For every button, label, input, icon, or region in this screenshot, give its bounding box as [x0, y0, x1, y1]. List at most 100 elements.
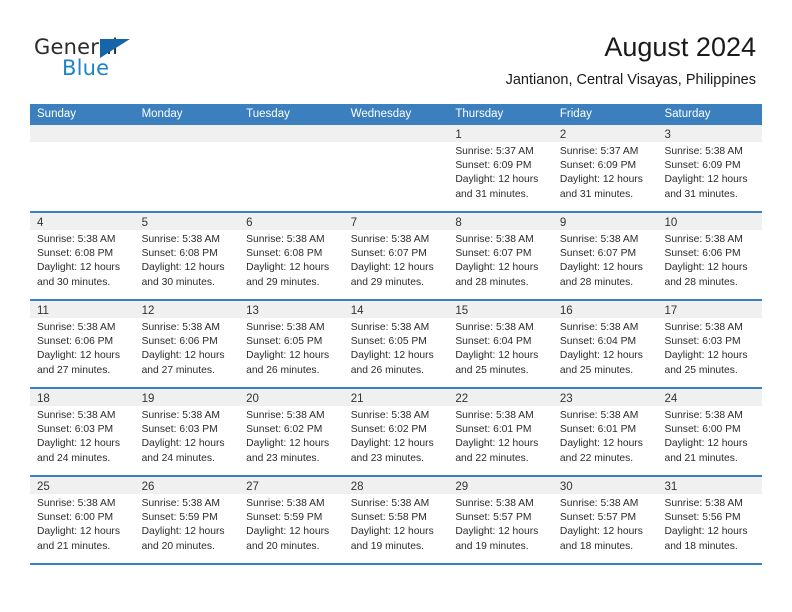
sunrise-text: Sunrise: 5:38 AM — [141, 322, 220, 333]
day-number: 21 — [350, 393, 364, 405]
day-cell[interactable] — [343, 125, 449, 211]
day-cell[interactable] — [30, 125, 135, 211]
day-number: 26 — [141, 481, 155, 493]
day-number-band — [343, 125, 449, 142]
day-number-band: 20 — [239, 389, 344, 406]
generalblue-logo[interactable]: General Blue — [34, 36, 214, 82]
day-cell[interactable]: 14 Sunrise: 5:38 AM Sunset: 6:05 PM Dayl… — [343, 301, 449, 387]
daylight-text-line2: and 29 minutes. — [246, 276, 320, 288]
day-number: 30 — [559, 481, 573, 493]
daylight-text-line2: and 27 minutes. — [141, 364, 215, 376]
daylight-text-line1: Daylight: 12 hours — [455, 350, 539, 362]
daylight-text-line2: and 25 minutes. — [559, 364, 634, 376]
day-cell[interactable]: 3 Sunrise: 5:38 AM Sunset: 6:09 PM Dayli… — [657, 125, 763, 211]
day-number: 14 — [350, 305, 364, 317]
day-cell[interactable]: 28 Sunrise: 5:38 AM Sunset: 5:58 PM Dayl… — [343, 477, 449, 563]
day-cell[interactable]: 2 Sunrise: 5:37 AM Sunset: 6:09 PM Dayli… — [552, 125, 658, 211]
day-number: 31 — [664, 481, 678, 493]
day-cell[interactable]: 7 Sunrise: 5:38 AM Sunset: 6:07 PM Dayli… — [343, 213, 449, 299]
day-cell[interactable]: 20 Sunrise: 5:38 AM Sunset: 6:02 PM Dayl… — [239, 389, 344, 475]
day-number: 19 — [141, 393, 155, 405]
day-number-band: 22 — [448, 389, 553, 406]
day-cell[interactable]: 24 Sunrise: 5:38 AM Sunset: 6:00 PM Dayl… — [657, 389, 763, 475]
day-number-band: 9 — [552, 213, 658, 230]
day-details: Sunrise: 5:38 AM Sunset: 6:02 PM Dayligh… — [344, 406, 449, 466]
day-cell[interactable]: 23 Sunrise: 5:38 AM Sunset: 6:01 PM Dayl… — [552, 389, 658, 475]
sunset-text: Sunset: 6:08 PM — [141, 248, 218, 260]
weekday-thursday: Thursday — [455, 108, 504, 120]
day-number: 15 — [455, 305, 469, 317]
day-details: Sunrise: 5:38 AM Sunset: 6:08 PM Dayligh… — [239, 230, 344, 290]
day-cell[interactable]: 4 Sunrise: 5:38 AM Sunset: 6:08 PM Dayli… — [30, 213, 135, 299]
day-number-band: 28 — [343, 477, 449, 494]
daylight-text-line2: and 31 minutes. — [664, 188, 738, 200]
day-cell[interactable]: 9 Sunrise: 5:38 AM Sunset: 6:07 PM Dayli… — [552, 213, 658, 299]
day-cell[interactable]: 18 Sunrise: 5:38 AM Sunset: 6:03 PM Dayl… — [30, 389, 135, 475]
daylight-text-line1: Daylight: 12 hours — [455, 174, 539, 186]
day-number-band: 27 — [239, 477, 344, 494]
daylight-text-line1: Daylight: 12 hours — [350, 262, 434, 274]
day-number: 13 — [246, 305, 259, 317]
sunrise-text: Sunrise: 5:38 AM — [559, 322, 639, 333]
day-cell[interactable] — [239, 125, 344, 211]
day-cell[interactable]: 10 Sunrise: 5:38 AM Sunset: 6:06 PM Dayl… — [657, 213, 763, 299]
day-cell[interactable]: 16 Sunrise: 5:38 AM Sunset: 6:04 PM Dayl… — [552, 301, 658, 387]
day-details: Sunrise: 5:38 AM Sunset: 6:07 PM Dayligh… — [553, 230, 658, 290]
day-number: 17 — [664, 305, 678, 317]
day-cell[interactable]: 29 Sunrise: 5:38 AM Sunset: 5:57 PM Dayl… — [448, 477, 553, 563]
daylight-text-line1: Daylight: 12 hours — [246, 438, 330, 450]
weekday-sunday: Sunday — [37, 108, 77, 120]
daylight-text-line2: and 30 minutes. — [141, 276, 215, 288]
sunrise-text: Sunrise: 5:38 AM — [455, 322, 534, 333]
daylight-text-line2: and 28 minutes. — [559, 276, 634, 288]
daylight-text-line2: and 18 minutes. — [664, 540, 738, 552]
daylight-text-line2: and 24 minutes. — [37, 452, 111, 464]
daylight-text-line1: Daylight: 12 hours — [37, 438, 120, 450]
day-cell[interactable]: 27 Sunrise: 5:38 AM Sunset: 5:59 PM Dayl… — [239, 477, 344, 563]
daylight-text-line2: and 26 minutes. — [246, 364, 320, 376]
day-cell[interactable]: 8 Sunrise: 5:38 AM Sunset: 6:07 PM Dayli… — [448, 213, 553, 299]
day-details: Sunrise: 5:38 AM Sunset: 5:56 PM Dayligh… — [657, 494, 762, 554]
day-cell[interactable]: 5 Sunrise: 5:38 AM Sunset: 6:08 PM Dayli… — [134, 213, 240, 299]
day-number-band: 13 — [239, 301, 344, 318]
day-cell[interactable]: 1 Sunrise: 5:37 AM Sunset: 6:09 PM Dayli… — [448, 125, 553, 211]
sunset-text: Sunset: 6:03 PM — [141, 424, 218, 436]
day-cell[interactable]: 11 Sunrise: 5:38 AM Sunset: 6:06 PM Dayl… — [30, 301, 135, 387]
day-cell[interactable]: 13 Sunrise: 5:38 AM Sunset: 6:05 PM Dayl… — [239, 301, 344, 387]
day-number-band: 8 — [448, 213, 553, 230]
day-number-band: 18 — [30, 389, 135, 406]
day-cell[interactable]: 31 Sunrise: 5:38 AM Sunset: 5:56 PM Dayl… — [657, 477, 763, 563]
day-cell[interactable]: 26 Sunrise: 5:38 AM Sunset: 5:59 PM Dayl… — [134, 477, 240, 563]
day-cell[interactable]: 25 Sunrise: 5:38 AM Sunset: 6:00 PM Dayl… — [30, 477, 135, 563]
day-number: 16 — [559, 305, 573, 317]
day-number-band: 21 — [343, 389, 449, 406]
day-number: 28 — [350, 481, 364, 493]
day-cell[interactable]: 30 Sunrise: 5:38 AM Sunset: 5:57 PM Dayl… — [552, 477, 658, 563]
day-number-band: 10 — [657, 213, 763, 230]
day-details: Sunrise: 5:38 AM Sunset: 6:02 PM Dayligh… — [239, 406, 344, 466]
day-details: Sunrise: 5:38 AM Sunset: 6:03 PM Dayligh… — [30, 406, 135, 466]
weekday-wednesday: Wednesday — [350, 108, 412, 120]
day-cell[interactable]: 15 Sunrise: 5:38 AM Sunset: 6:04 PM Dayl… — [448, 301, 553, 387]
day-number: 8 — [455, 217, 462, 229]
day-cell[interactable]: 22 Sunrise: 5:38 AM Sunset: 6:01 PM Dayl… — [448, 389, 553, 475]
sunset-text: Sunset: 6:06 PM — [664, 248, 741, 260]
day-details: Sunrise: 5:38 AM Sunset: 5:59 PM Dayligh… — [135, 494, 240, 554]
daylight-text-line2: and 27 minutes. — [37, 364, 111, 376]
day-number: 25 — [37, 481, 50, 493]
day-cell[interactable]: 21 Sunrise: 5:38 AM Sunset: 6:02 PM Dayl… — [343, 389, 449, 475]
daylight-text-line1: Daylight: 12 hours — [350, 350, 434, 362]
day-cell[interactable] — [134, 125, 240, 211]
day-number-band: 12 — [134, 301, 240, 318]
sunset-text: Sunset: 6:01 PM — [559, 424, 637, 436]
day-cell[interactable]: 12 Sunrise: 5:38 AM Sunset: 6:06 PM Dayl… — [134, 301, 240, 387]
day-cell[interactable]: 6 Sunrise: 5:38 AM Sunset: 6:08 PM Dayli… — [239, 213, 344, 299]
day-cell[interactable]: 19 Sunrise: 5:38 AM Sunset: 6:03 PM Dayl… — [134, 389, 240, 475]
calendar-grid: Sunday Monday Tuesday Wednesday Thursday… — [30, 104, 763, 565]
day-number-band: 2 — [552, 125, 658, 142]
sunset-text: Sunset: 6:06 PM — [141, 336, 218, 348]
day-number-band: 17 — [657, 301, 763, 318]
sunset-text: Sunset: 6:02 PM — [350, 424, 427, 436]
day-cell[interactable]: 17 Sunrise: 5:38 AM Sunset: 6:03 PM Dayl… — [657, 301, 763, 387]
weekday-monday: Monday — [141, 108, 183, 120]
